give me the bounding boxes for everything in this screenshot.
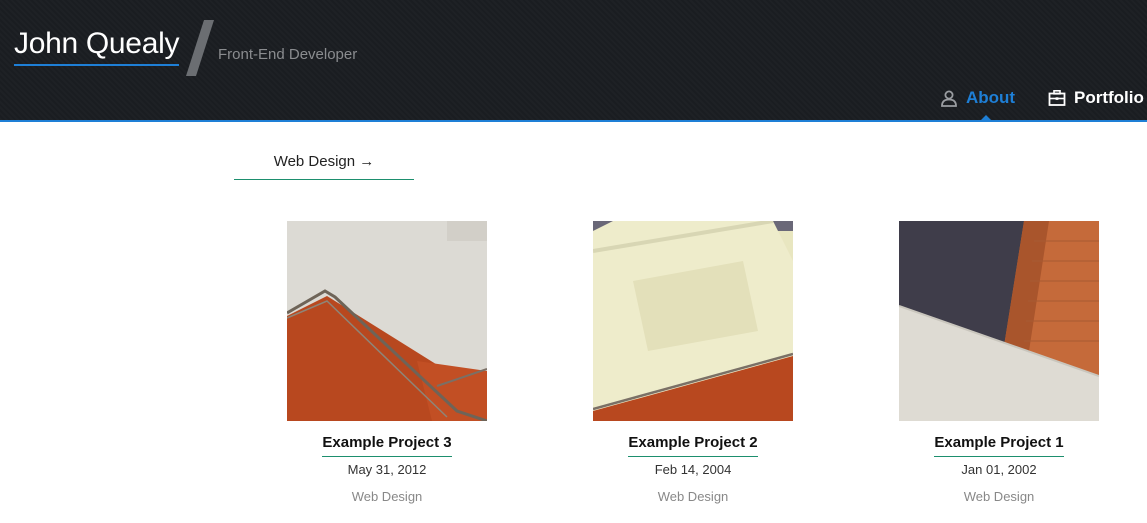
project-card: Example Project 3 May 31, 2012 Web Desig… <box>287 221 487 505</box>
project-title[interactable]: Example Project 1 <box>934 434 1064 457</box>
briefcase-icon <box>1048 89 1066 106</box>
project-category[interactable]: Web Design <box>899 489 1099 505</box>
nav-portfolio[interactable]: Portfolio <box>1048 87 1144 109</box>
nav-portfolio-label: Portfolio <box>1074 88 1144 107</box>
nav-about[interactable]: About <box>940 87 1015 109</box>
active-nav-indicator <box>980 115 992 121</box>
project-thumbnail[interactable] <box>899 221 1099 421</box>
site-title[interactable]: John Quealy <box>14 27 179 66</box>
project-card: Example Project 1 Jan 01, 2002 Web Desig… <box>899 221 1099 505</box>
project-thumbnail[interactable] <box>593 221 793 421</box>
project-category[interactable]: Web Design <box>593 489 793 505</box>
project-title[interactable]: Example Project 3 <box>322 434 452 457</box>
category-link-web-design[interactable]: Web Design → <box>234 152 414 180</box>
nav-about-label: About <box>966 88 1016 107</box>
project-thumbnail[interactable] <box>287 221 487 421</box>
project-category[interactable]: Web Design <box>287 489 487 505</box>
project-date: Jan 01, 2002 <box>961 462 1037 477</box>
project-card: Example Project 2 Feb 14, 2004 Web Desig… <box>593 221 793 505</box>
project-title[interactable]: Example Project 2 <box>628 434 758 457</box>
user-icon <box>941 90 957 107</box>
slash-divider-icon <box>186 20 214 76</box>
project-date: Feb 14, 2004 <box>654 462 732 477</box>
site-header: John Quealy Front-End Developer About Po… <box>0 0 1147 122</box>
project-date: May 31, 2012 <box>347 462 427 477</box>
site-tagline: Front-End Developer <box>218 46 358 63</box>
